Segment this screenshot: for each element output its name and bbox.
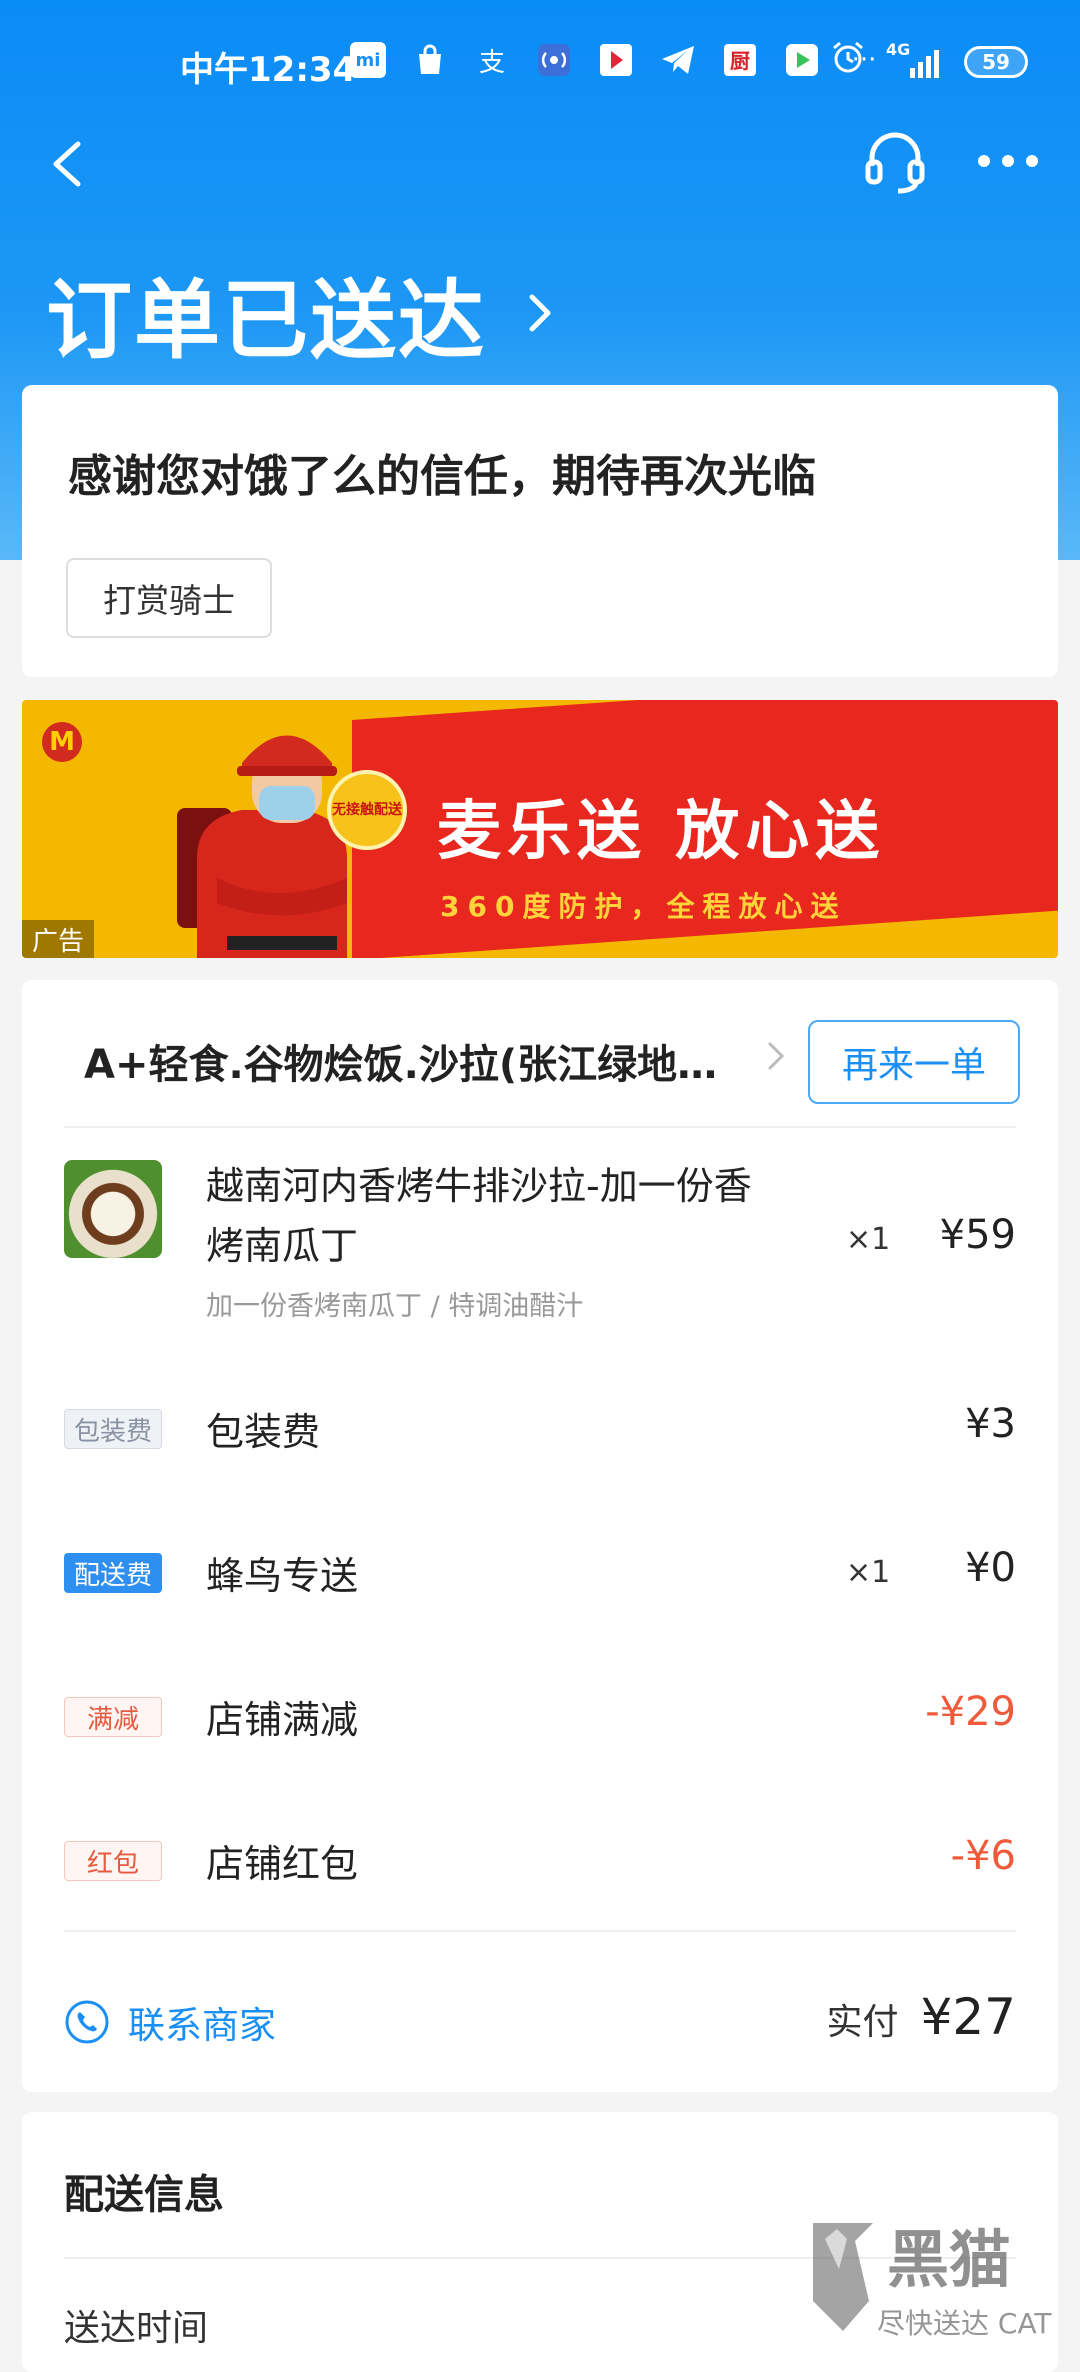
- fee-row-delivery: 配送费 蜂鸟专送 ×1 ¥0: [64, 1545, 1016, 1605]
- shop-row: A+轻食.谷物烩饭.沙拉(张江绿地缤纷城店) 再来一单: [62, 1010, 1042, 1104]
- more-dots-icon: [978, 155, 1038, 167]
- shop-name-link[interactable]: A+轻食.谷物烩饭.沙拉(张江绿地缤纷城店): [84, 1032, 744, 1090]
- contact-merchant-label: 联系商家: [128, 2004, 276, 2047]
- fee-label: 店铺满减: [206, 1698, 359, 1742]
- mi-icon: mi: [350, 42, 386, 78]
- fee-amount: ¥0: [965, 1545, 1016, 1591]
- contactless-badge: 无接触配送: [327, 770, 407, 850]
- thanks-card: 感谢您对饿了么的信任，期待再次光临 打赏骑士: [22, 385, 1058, 677]
- fee-amount: -¥29: [925, 1689, 1016, 1735]
- dish-quantity: ×1: [846, 1222, 891, 1257]
- svg-text:厨: 厨: [730, 49, 750, 73]
- alarm-icon: [830, 40, 866, 84]
- dish-options: 加一份香烤南瓜丁 / 特调油醋汁: [206, 1291, 584, 1322]
- mcdonalds-logo-icon: M: [42, 722, 82, 762]
- kitchen-icon: 厨: [722, 42, 758, 78]
- ad-label: 广告: [22, 920, 94, 958]
- contact-merchant-button[interactable]: 联系商家: [64, 1995, 276, 2049]
- watermark-brand: 黑猫: [887, 2223, 1011, 2296]
- divider: [64, 1930, 1016, 1932]
- video-icon: [784, 42, 820, 78]
- dish-image: [64, 1160, 162, 1258]
- back-arrow-icon: [53, 141, 81, 187]
- paid-label: 实付: [826, 2002, 899, 2043]
- alipay-icon: 支: [478, 47, 505, 78]
- dish-name: 越南河内香烤牛排沙拉-加一份香烤南瓜丁: [206, 1164, 752, 1268]
- top-navigation: [0, 120, 1080, 210]
- status-bar: 中午12:34 mi 支 厨 ··· 4G 59: [0, 30, 1080, 90]
- chevron-right-icon[interactable]: [762, 1036, 792, 1076]
- nfc-icon: [536, 42, 572, 78]
- telegram-icon: [660, 42, 696, 78]
- dish-price: ¥59: [939, 1212, 1016, 1258]
- fee-row-red-packet: 红包 店铺红包 -¥6: [64, 1833, 1016, 1893]
- divider: [64, 1126, 1016, 1128]
- phone-icon: [65, 2000, 109, 2044]
- fee-amount: ¥3: [965, 1401, 1016, 1447]
- reward-rider-button[interactable]: 打赏骑士: [66, 558, 272, 638]
- back-button[interactable]: [40, 128, 110, 198]
- fee-row-discount: 满减 店铺满减 -¥29: [64, 1689, 1016, 1749]
- battery-icon: 59: [964, 46, 1028, 78]
- black-cat-watermark-icon: 黑猫 尽快送达 CAT: [813, 2223, 1052, 2340]
- system-status: 4G 59: [830, 40, 1028, 84]
- fee-label: 包装费: [206, 1410, 321, 1454]
- fee-tag: 包装费: [64, 1409, 162, 1449]
- chevron-right-icon: [529, 294, 551, 331]
- fee-label: 蜂鸟专送: [206, 1554, 359, 1598]
- headset-icon: [865, 132, 925, 194]
- paid-total: 实付 ¥27: [827, 1988, 1016, 2046]
- status-time: 中午12:34: [180, 50, 357, 90]
- delivery-info-title: 配送信息: [64, 2172, 224, 2218]
- fee-amount: -¥6: [950, 1833, 1016, 1879]
- ad-subtitle: 360度防护，全程放心送: [440, 890, 847, 923]
- reorder-button[interactable]: 再来一单: [808, 1020, 1020, 1104]
- order-detail-card: A+轻食.谷物烩饭.沙拉(张江绿地缤纷城店) 再来一单 越南河内香烤牛排沙拉-加…: [22, 980, 1058, 2092]
- fee-tag: 配送费: [64, 1553, 162, 1593]
- page-title: 订单已送达: [46, 271, 486, 371]
- fee-row-packaging: 包装费 包装费 ¥3: [64, 1401, 1016, 1461]
- notification-icons: mi 支 厨 ···: [350, 42, 882, 78]
- fee-tag: 满减: [64, 1697, 162, 1737]
- ad-banner[interactable]: M 无接触配送 麦乐送 放心送 360度防护，全程放心送 广告: [22, 700, 1058, 958]
- customer-service-button[interactable]: [860, 126, 930, 196]
- more-options-button[interactable]: [968, 126, 1048, 196]
- watermark-sub: 尽快送达 CAT: [877, 2307, 1052, 2340]
- fee-tag: 红包: [64, 1841, 162, 1881]
- thanks-message: 感谢您对饿了么的信任，期待再次光临: [68, 451, 816, 502]
- signal-icon: 4G: [886, 40, 944, 80]
- paid-value: ¥27: [920, 1988, 1016, 2046]
- fee-label: 店铺红包: [206, 1842, 359, 1886]
- fee-quantity: ×1: [846, 1555, 891, 1590]
- order-item: 越南河内香烤牛排沙拉-加一份香烤南瓜丁 加一份香烤南瓜丁 / 特调油醋汁 ×1 …: [64, 1160, 1016, 1330]
- youku-icon: [598, 42, 634, 78]
- order-status-title[interactable]: 订单已送达: [46, 250, 562, 375]
- delivery-time-label: 送达时间: [64, 2308, 209, 2349]
- ad-slogan: 麦乐送 放心送: [437, 795, 886, 869]
- bag-icon: [412, 42, 448, 78]
